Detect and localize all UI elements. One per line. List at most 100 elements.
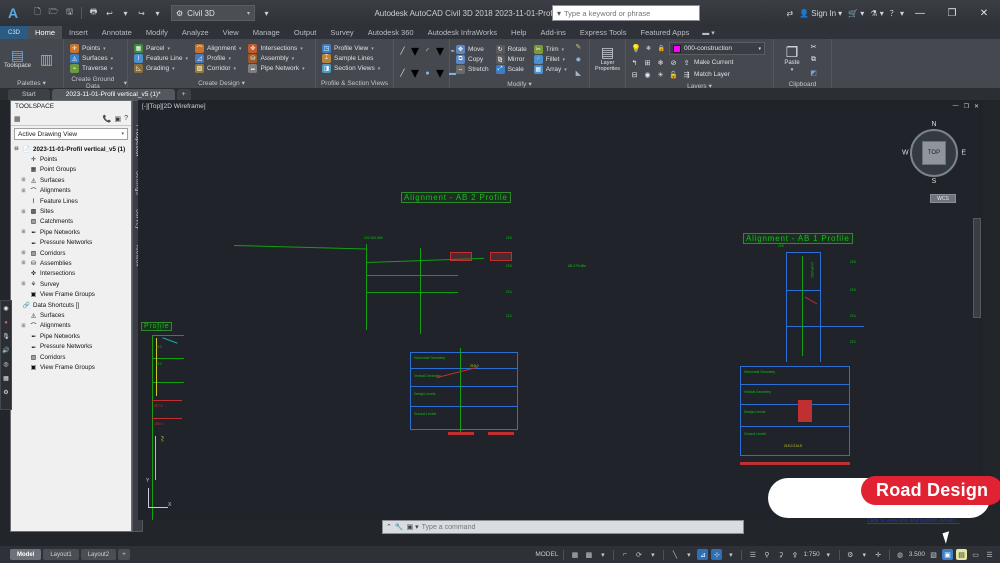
lineweight-icon[interactable]: ☰ [747, 549, 758, 560]
panel-title-create-design[interactable]: Create Design ▾ [128, 78, 315, 88]
layer-off-icon[interactable]: ⊘ [668, 57, 679, 68]
corridor-button[interactable]: ▧ Corridor ▾ [192, 64, 244, 73]
expand-icon[interactable]: ⊞ [20, 281, 27, 287]
plot-icon[interactable]: 🖶 [86, 5, 101, 21]
collapse-icon[interactable]: ⊟ [13, 146, 20, 152]
ortho-dropdown-icon[interactable]: ▾ [683, 549, 694, 560]
clean-screen-icon[interactable]: ▤ [956, 549, 967, 560]
grid-icon[interactable]: ▦ [569, 549, 580, 560]
polar-tracking-icon[interactable]: ⟳ [633, 549, 644, 560]
tree-item[interactable]: ⊞ ▧ Corridors [13, 248, 131, 258]
command-line[interactable]: ⌃ 🔧 ▣ ▾ [382, 520, 744, 534]
osnap-icon[interactable]: ⊿ [697, 549, 709, 560]
maximize-button[interactable]: ❐ [936, 0, 968, 26]
layer-unlock-icon[interactable]: 🔓 [668, 69, 679, 80]
otrack-icon[interactable]: ⊹ [711, 549, 723, 560]
array-button[interactable]: ▦ Array ▾ [531, 65, 570, 74]
tree-item[interactable]: ⌇ Feature Lines [13, 196, 131, 206]
move-button[interactable]: ✥ Move [453, 45, 492, 54]
section-views-button[interactable]: ◨ Section Views ▾ [319, 64, 383, 73]
rotate-button[interactable]: ↻ Rotate [493, 45, 530, 54]
view-cube-south[interactable]: S [932, 178, 937, 185]
webcam-icon[interactable]: ◎ [2, 360, 11, 369]
snap-icon[interactable]: ▩ [583, 549, 594, 560]
new-layout-button[interactable]: + [118, 549, 131, 560]
vertical-scrollbar[interactable] [973, 218, 981, 318]
redo-icon[interactable]: ↪ [134, 5, 149, 21]
tree-item[interactable]: ▨ Catchments [13, 217, 131, 227]
sample-lines-button[interactable]: ⌶ Sample Lines [319, 54, 383, 63]
share-icon[interactable]: ⇄ [787, 9, 794, 18]
intersections-button[interactable]: ✜ Intersections ▾ [245, 44, 307, 53]
tab-annotate[interactable]: Annotate [95, 26, 139, 39]
layer-dropdown[interactable]: 000-construction ▾ [668, 42, 765, 55]
chamfer-icon[interactable]: ◣ [573, 67, 584, 78]
close-button[interactable]: ✕ [968, 0, 1000, 26]
tree-item[interactable]: ▣ View Frame Groups [13, 362, 131, 372]
toolspace-button[interactable]: ▤ Toolspace [3, 47, 32, 71]
expand-icon[interactable]: ⊞ [20, 209, 27, 215]
expand-icon[interactable]: ⊞ [20, 188, 27, 194]
tree-item[interactable]: ⊟ 📄 2023-11-01-Profil vertical_v5 (1) [13, 144, 131, 154]
layer-on-icon[interactable]: ◉ [642, 69, 653, 80]
volume-icon[interactable]: 🔊 [2, 346, 11, 355]
polyline2-icon[interactable]: ╱ [397, 68, 408, 79]
sign-in-button[interactable]: 👤 Sign In ▾ [799, 9, 842, 18]
fillet-button[interactable]: ◜ Fillet ▾ [531, 55, 570, 64]
autodesk-logo-icon[interactable]: A [0, 0, 26, 26]
expand-icon[interactable]: ⊞ [20, 260, 27, 266]
tab-modify[interactable]: Modify [139, 26, 175, 39]
search-box[interactable]: ▾ [552, 5, 700, 21]
lineweight-value[interactable]: 3.500 [909, 551, 925, 558]
camera-icon[interactable]: ◉ [2, 304, 11, 313]
view-cube-wcs-button[interactable]: WCS [930, 194, 956, 203]
circle-icon[interactable]: ● [422, 68, 433, 79]
hardware-acceleration-icon[interactable]: ▣ [942, 549, 953, 560]
scale-button[interactable]: ⤢ Scale [493, 65, 530, 74]
alignment-button[interactable]: ⌒ Alignment ▾ [192, 44, 244, 53]
panel-title-modify[interactable]: Modify ▾ [450, 80, 589, 89]
undo-dropdown-icon[interactable]: ▾ [118, 5, 133, 21]
workspace-switching-icon[interactable]: ⚙ [845, 549, 856, 560]
make-current-icon[interactable]: ⇪ [681, 57, 692, 68]
tab-autodesk-360[interactable]: Autodesk 360 [361, 26, 421, 39]
new-tab-button[interactable]: + [176, 89, 191, 100]
drawing-label-alignment-ab1[interactable]: Alignment - AB 1 Profile [743, 233, 853, 244]
tree-item[interactable]: ⑉ Pipe Networks [13, 331, 131, 341]
save-icon[interactable]: 🖫 [62, 5, 77, 21]
tab-featured-apps[interactable]: Featured Apps [633, 26, 696, 39]
minimize-button[interactable]: — [904, 0, 936, 26]
panel-title-palettes[interactable]: Palettes ▾ [0, 78, 63, 88]
mirror-button[interactable]: ⧎ Mirror [493, 55, 530, 64]
model-space-indicator[interactable]: MODEL [535, 551, 558, 558]
view-cube-north[interactable]: N [931, 121, 936, 128]
drawing-canvas[interactable]: [-][Top][2D Wireframe] — ❐ ✕ Profile 214… [138, 100, 983, 520]
points-button[interactable]: ✛ Points ▾ [67, 44, 116, 53]
customization-icon[interactable]: ▭ [970, 549, 981, 560]
doc-tab-drawing[interactable]: 2023-11-01-Profil vertical_v5 (1)* [51, 89, 175, 100]
layer-previous-icon[interactable]: ↰ [629, 57, 640, 68]
menu-icon[interactable]: ☰ [984, 549, 995, 560]
tab-add-ins[interactable]: Add-ins [533, 26, 572, 39]
stretch-button[interactable]: ⇔ Stretch [453, 65, 492, 74]
tab-layout2[interactable]: Layout2 [80, 549, 117, 560]
copy-with-basepoint-icon[interactable]: ◩ [808, 67, 819, 78]
tab-layout1[interactable]: Layout1 [43, 549, 79, 560]
road-design-badge[interactable]: Road Design [861, 476, 1000, 505]
expand-icon[interactable]: ⊞ [20, 177, 27, 183]
record-icon[interactable]: ● [2, 318, 11, 327]
profile-view-frame[interactable] [410, 352, 518, 430]
tab-view[interactable]: View [216, 26, 246, 39]
feature-line-button[interactable]: ⌇ Feature Line ▾ [131, 54, 191, 63]
active-drawing-view-selector[interactable]: Active Drawing View ▾ [14, 128, 128, 140]
grading-button[interactable]: ◺ Grading ▾ [131, 64, 191, 73]
paste-button[interactable]: ❐ Paste ▾ [777, 44, 807, 74]
make-current-label[interactable]: Make Current [694, 59, 733, 66]
tree-item[interactable]: ⊞ ▩ Sites [13, 206, 131, 216]
assembly-button[interactable]: ⛁ Assembly ▾ [245, 54, 307, 63]
tree-item[interactable]: ✜ Intersections [13, 269, 131, 279]
ribbon-minimize-icon[interactable]: ▬ ▾ [696, 26, 720, 39]
freeze-icon[interactable]: ❄ [643, 43, 654, 54]
tab-analyze[interactable]: Analyze [175, 26, 216, 39]
phone-icon[interactable]: 📞 [103, 115, 112, 123]
